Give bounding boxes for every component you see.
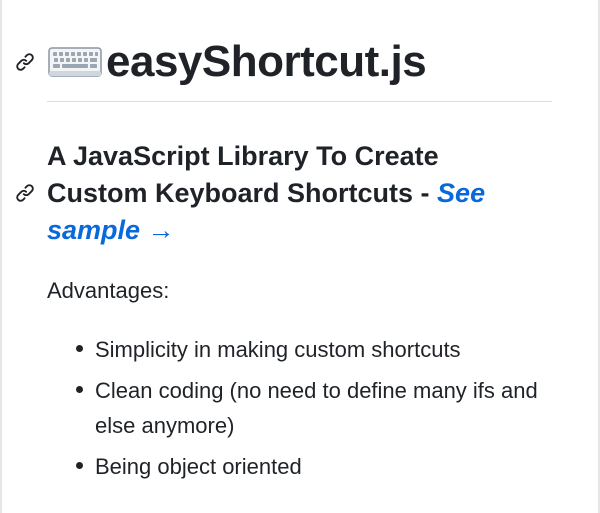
page-title: easyShortcut.js (14, 34, 554, 90)
list-item-text: Clean coding (no need to define many ifs… (95, 378, 538, 438)
title-anchor-link-icon[interactable] (14, 51, 36, 73)
readme-content: easyShortcut.js A JavaScript Library To … (0, 0, 600, 513)
bullet-icon (76, 462, 83, 469)
advantages-list: Simplicity in making custom shortcuts Cl… (47, 332, 547, 490)
list-item: Clean coding (no need to define many ifs… (47, 373, 547, 443)
subheading-anchor-link-icon[interactable] (14, 182, 36, 204)
list-item: Being object oriented (47, 449, 547, 484)
list-item: Simplicity in making custom shortcuts (47, 332, 547, 367)
subheading: A JavaScript Library To Create Custom Ke… (47, 138, 517, 249)
list-item-text: Being object oriented (95, 454, 302, 479)
title-divider (47, 101, 552, 102)
keyboard-icon (48, 47, 102, 77)
bullet-icon (76, 386, 83, 393)
list-item-text: Simplicity in making custom shortcuts (95, 337, 461, 362)
subheading-text: A JavaScript Library To Create Custom Ke… (47, 141, 439, 208)
title-text: easyShortcut.js (106, 37, 427, 86)
advantages-label: Advantages: (47, 278, 170, 303)
bullet-icon (76, 345, 83, 352)
